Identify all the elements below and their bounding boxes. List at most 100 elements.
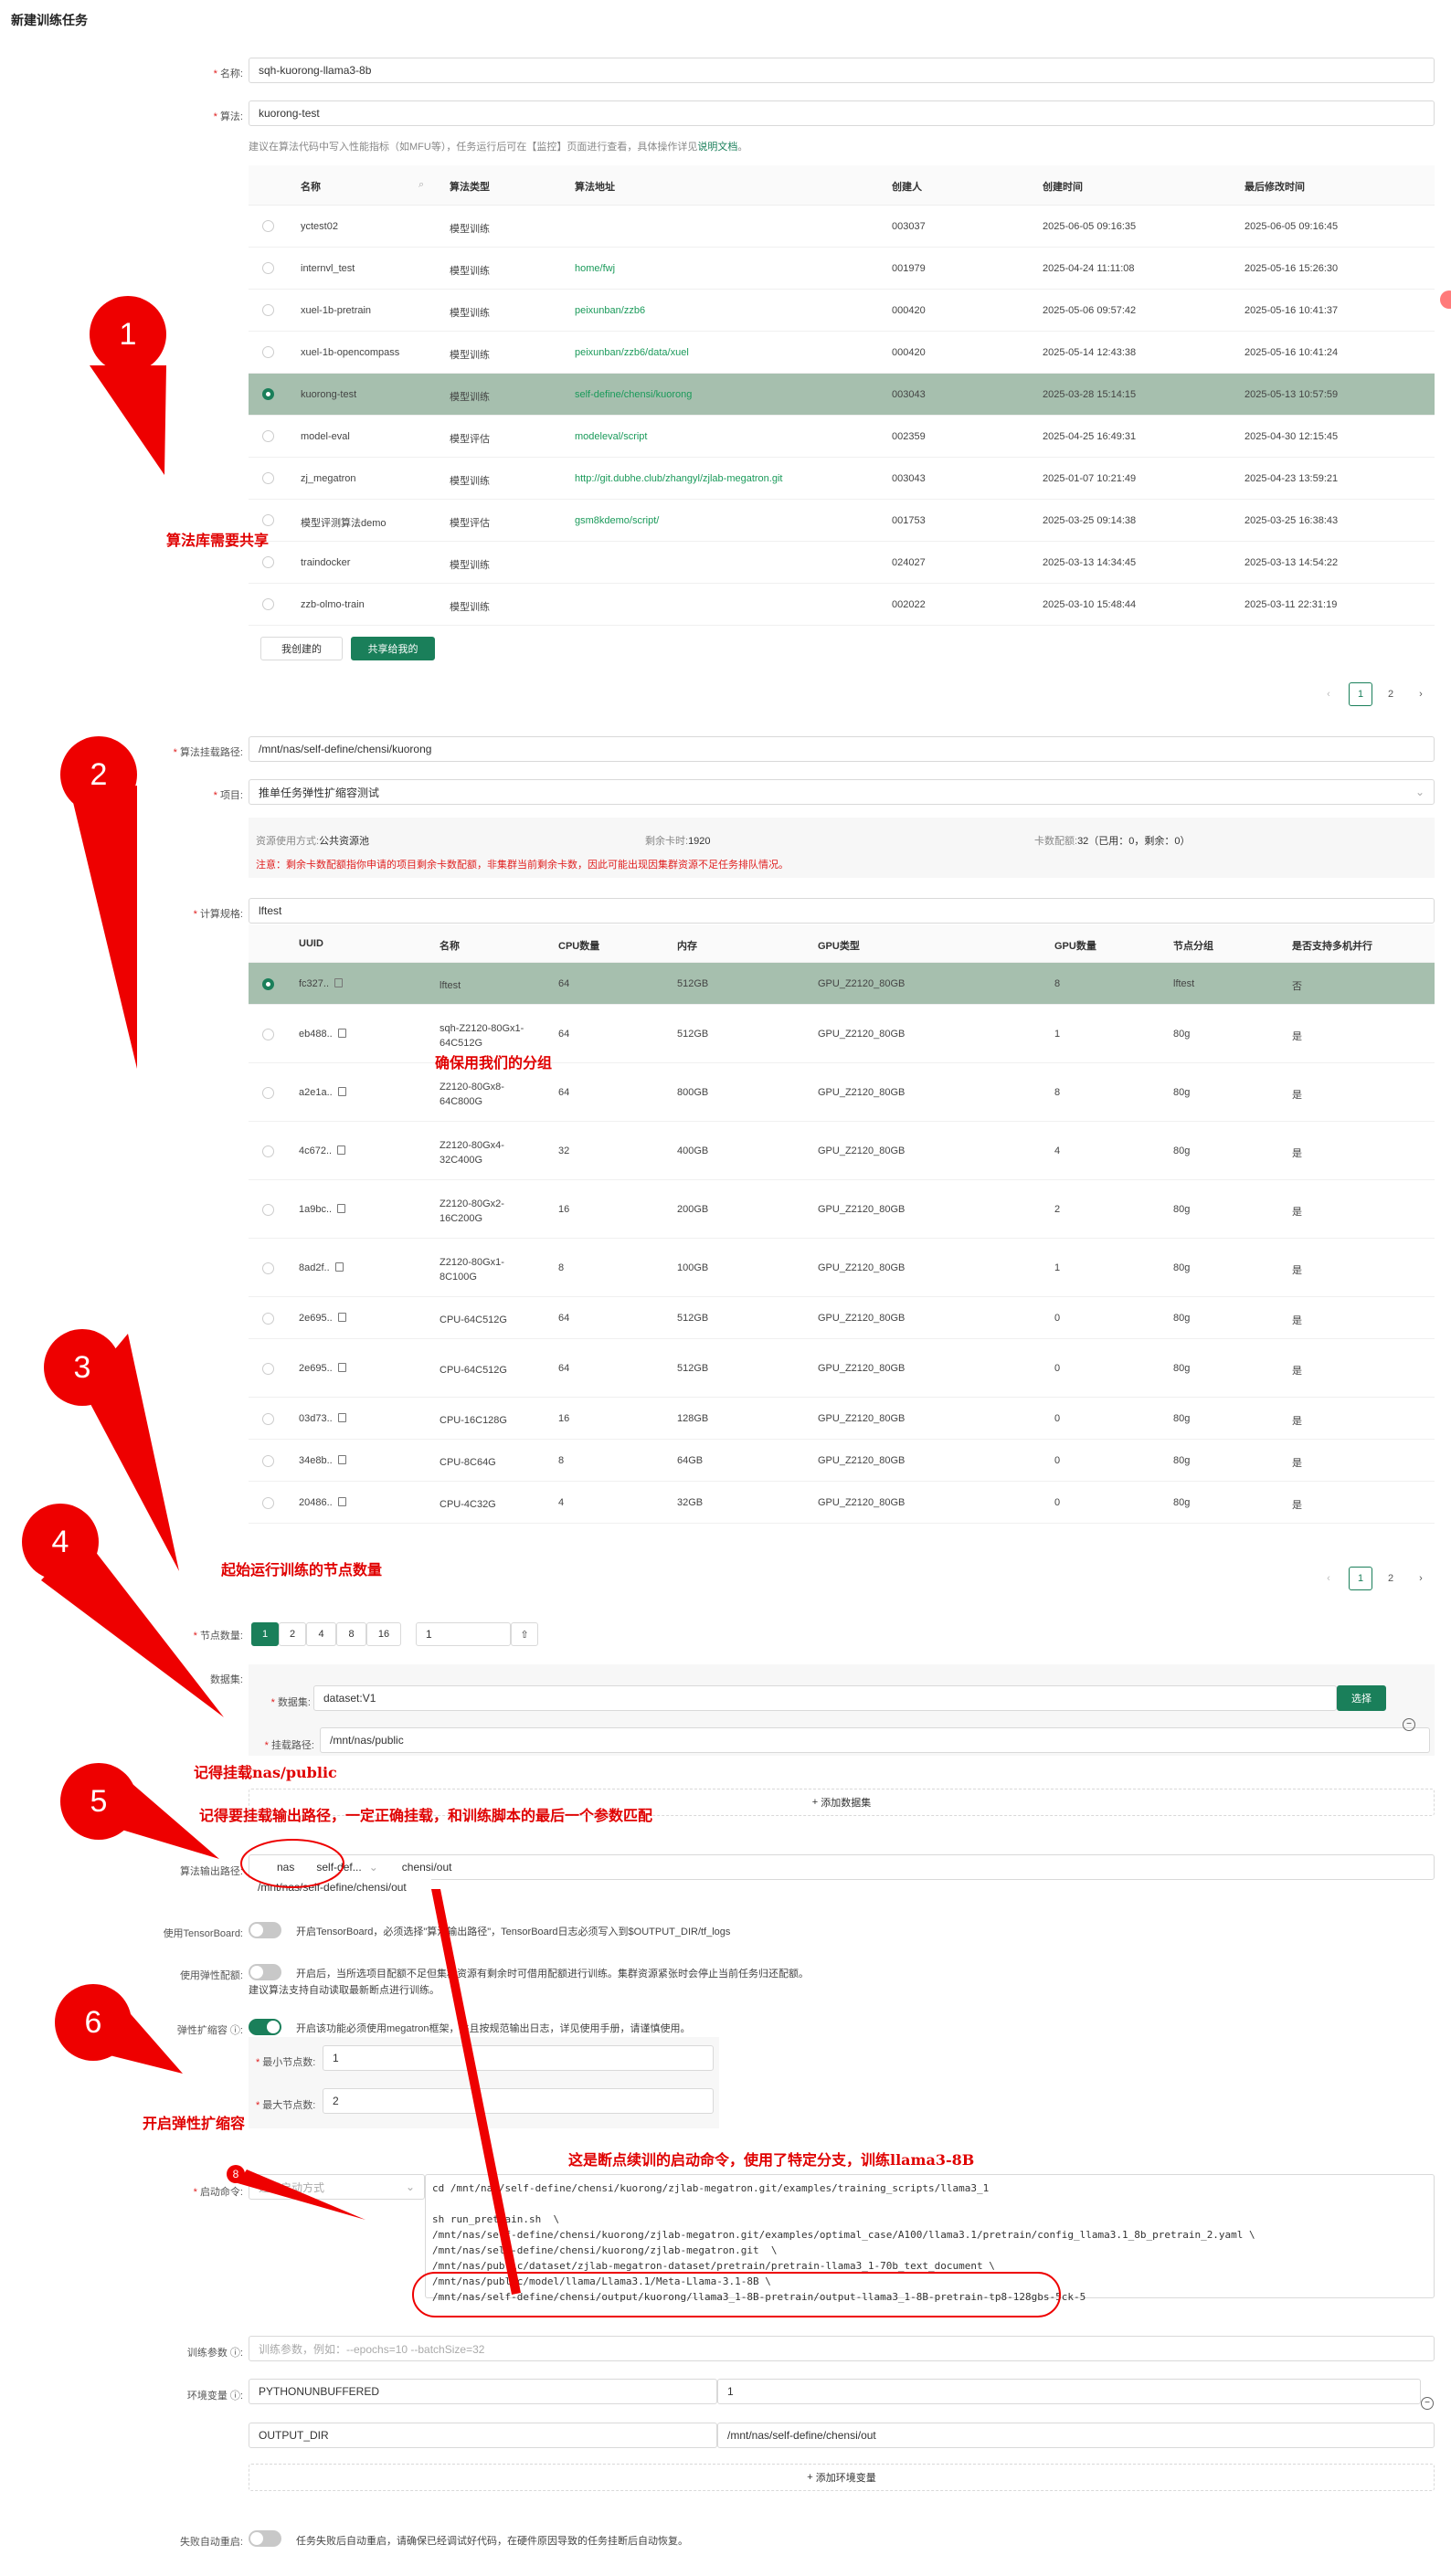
tab-mine[interactable]: 我创建的 bbox=[260, 637, 343, 660]
algo-table-row[interactable]: kuorong-test 模型训练 self-define/chensi/kuoro… bbox=[249, 374, 1435, 416]
row-radio[interactable] bbox=[262, 304, 274, 316]
compute-table-row[interactable]: 2e695.. CPU-64C512G 64 512GB GPU_Z2120_80GB 0… bbox=[249, 1297, 1435, 1339]
node-option-2[interactable]: 2 bbox=[279, 1622, 306, 1646]
algo-table-row[interactable]: zj_megatron 模型训练 http://git.dubhe.club/zha… bbox=[249, 458, 1435, 500]
compute-table-row[interactable]: 03d73.. CPU-16C128G 16 128GB GPU_Z2120_80GB 0… bbox=[249, 1398, 1435, 1440]
row-radio[interactable] bbox=[262, 430, 274, 442]
dataset-mount-input[interactable]: /mnt/nas/public bbox=[320, 1727, 1430, 1753]
env-value-1[interactable]: /mnt/nas/self-define/chensi/out bbox=[717, 2423, 1435, 2448]
row-radio[interactable] bbox=[262, 1497, 274, 1509]
algo-input[interactable]: kuorong-test bbox=[249, 100, 1435, 126]
algo-table-row[interactable]: model-eval 模型评估 modeleval/script 002359 2025… bbox=[249, 416, 1435, 458]
max-nodes-input[interactable]: 2 bbox=[323, 2088, 714, 2114]
row-radio[interactable] bbox=[262, 514, 274, 526]
row-radio[interactable] bbox=[262, 1413, 274, 1425]
copy-icon[interactable] bbox=[337, 1363, 346, 1372]
output-prefix-select[interactable]: self-def... bbox=[316, 1861, 361, 1874]
project-select[interactable]: 推单任务弹性扩缩容测试 ⌄ bbox=[249, 779, 1435, 805]
compute-search-input[interactable]: lftest bbox=[249, 898, 1435, 924]
algo-table-row[interactable]: internvl_test 模型训练 home/fwj 001979 2025-04-2… bbox=[249, 248, 1435, 290]
copy-icon[interactable] bbox=[337, 1313, 346, 1322]
remove-env-icon[interactable]: − bbox=[1421, 2397, 1434, 2410]
params-input[interactable]: 训练参数，例如：--epochs=10 --batchSize=32 bbox=[249, 2336, 1435, 2361]
command-mode-select[interactable]: 选择启动方式 ⌄ bbox=[249, 2174, 425, 2200]
compute-table-row[interactable]: 1a9bc.. Z2120-80Gx2- 16C200G 16 200GB GPU_Z21… bbox=[249, 1180, 1435, 1239]
floating-help-icon[interactable] bbox=[1440, 290, 1451, 309]
row-radio[interactable] bbox=[262, 1029, 274, 1040]
copy-icon[interactable] bbox=[334, 978, 344, 987]
copy-icon[interactable] bbox=[337, 1497, 346, 1506]
doc-link[interactable]: 说明文档 bbox=[697, 142, 737, 153]
elastic-quota-toggle[interactable] bbox=[249, 1964, 281, 1980]
row-radio[interactable] bbox=[262, 1455, 274, 1467]
algo-table-row[interactable]: xuel-1b-opencompass 模型训练 peixunban/zzb6/da… bbox=[249, 332, 1435, 374]
row-radio[interactable] bbox=[262, 472, 274, 484]
next-page-icon[interactable]: › bbox=[1409, 682, 1433, 706]
mount-input[interactable]: /mnt/nas/self-define/chensi/kuorong bbox=[249, 736, 1435, 762]
compute-table-row[interactable]: a2e1a.. Z2120-80Gx8- 64C800G 64 800GB GPU_Z21… bbox=[249, 1063, 1435, 1122]
row-radio[interactable] bbox=[262, 1313, 274, 1325]
compute-table-row[interactable]: 34e8b.. CPU-8C64G 8 64GB GPU_Z2120_80GB 0 80g 是 bbox=[249, 1440, 1435, 1482]
node-option-1[interactable]: 1 bbox=[251, 1622, 279, 1646]
env-key-1[interactable]: OUTPUT_DIR bbox=[249, 2423, 717, 2448]
algo-table-row[interactable]: xuel-1b-pretrain 模型训练 peixunban/zzb6 000420… bbox=[249, 290, 1435, 332]
algo-table-row[interactable]: traindocker 模型训练 024027 2025-03-13 14:34:45… bbox=[249, 542, 1435, 584]
row-radio[interactable] bbox=[262, 556, 274, 568]
compute-table-row[interactable]: 4c672.. Z2120-80Gx4- 32C400G 32 400GB GPU_Z21… bbox=[249, 1122, 1435, 1180]
name-input[interactable]: sqh-kuorong-llama3-8b bbox=[249, 58, 1435, 83]
row-radio[interactable] bbox=[262, 346, 274, 358]
compute-table-row[interactable]: 20486.. CPU-4C32G 4 32GB GPU_Z2120_80GB 0 80g 是 bbox=[249, 1482, 1435, 1524]
compute-table-row[interactable]: 8ad2f.. Z2120-80Gx1- 8C100G 8 100GB GPU_Z2120… bbox=[249, 1239, 1435, 1297]
copy-icon[interactable] bbox=[334, 1262, 344, 1272]
copy-icon[interactable] bbox=[337, 1087, 346, 1096]
prev-page-icon[interactable]: ‹ bbox=[1317, 682, 1340, 706]
node-option-8[interactable]: 8 bbox=[336, 1622, 366, 1646]
algo-table-row[interactable]: zzb-olmo-train 模型训练 002022 2025-03-10 15:48… bbox=[249, 584, 1435, 626]
row-radio[interactable] bbox=[262, 1204, 274, 1216]
search-icon[interactable]: ⌕ bbox=[418, 179, 424, 191]
output-sub-input[interactable]: chensi/out bbox=[402, 1861, 452, 1874]
row-radio[interactable] bbox=[262, 598, 274, 610]
row-radio[interactable] bbox=[262, 220, 274, 232]
elastic-toggle[interactable] bbox=[249, 2019, 281, 2035]
row-radio[interactable] bbox=[262, 978, 274, 990]
dataset-select-button[interactable]: 选择 bbox=[1337, 1685, 1386, 1711]
restart-toggle[interactable] bbox=[249, 2530, 281, 2547]
row-radio[interactable] bbox=[262, 388, 274, 400]
copy-icon[interactable] bbox=[337, 1413, 346, 1422]
add-env-button[interactable]: + 添加环境变量 bbox=[249, 2464, 1435, 2491]
tab-shared[interactable]: 共享给我的 bbox=[351, 637, 435, 660]
next-page-icon[interactable]: › bbox=[1409, 1567, 1433, 1590]
compute-page-1[interactable]: 1 bbox=[1349, 1567, 1372, 1590]
compute-page-2[interactable]: 2 bbox=[1379, 1567, 1403, 1590]
compute-table-row[interactable]: eb488.. sqh-Z2120-80Gx1- 64C512G 64 512GB GPU… bbox=[249, 1005, 1435, 1063]
row-radio[interactable] bbox=[262, 1145, 274, 1157]
env-value-0[interactable]: 1 bbox=[717, 2379, 1421, 2404]
compute-table-row[interactable]: fc327.. lftest 64 512GB GPU_Z2120_80GB 8 lftes… bbox=[249, 963, 1435, 1005]
compute-table-row[interactable]: 2e695.. CPU-64C512G 64 512GB GPU_Z2120_80GB 0… bbox=[249, 1339, 1435, 1398]
remove-circle-icon[interactable]: − bbox=[1403, 1718, 1415, 1731]
output-fs-select[interactable]: nas bbox=[277, 1861, 294, 1874]
algo-table-row[interactable]: yctest02 模型训练 003037 2025-06-05 09:16:35 202… bbox=[249, 206, 1435, 248]
copy-icon[interactable] bbox=[337, 1145, 346, 1155]
row-radio[interactable] bbox=[262, 1087, 274, 1099]
prev-page-icon[interactable]: ‹ bbox=[1317, 1567, 1340, 1590]
node-stepper-up-icon[interactable]: ⇧ bbox=[511, 1622, 538, 1646]
row-radio[interactable] bbox=[262, 1262, 274, 1274]
node-option-4[interactable]: 4 bbox=[306, 1622, 336, 1646]
env-key-0[interactable]: PYTHONUNBUFFERED bbox=[249, 2379, 717, 2404]
row-radio[interactable] bbox=[262, 262, 274, 274]
tensorboard-toggle[interactable] bbox=[249, 1922, 281, 1938]
min-nodes-input[interactable]: 1 bbox=[323, 2045, 714, 2071]
copy-icon[interactable] bbox=[337, 1204, 346, 1213]
dataset-input[interactable]: dataset:V1 bbox=[313, 1685, 1337, 1711]
row-radio[interactable] bbox=[262, 1363, 274, 1375]
copy-icon[interactable] bbox=[337, 1029, 346, 1038]
algo-table-row[interactable]: 模型评测算法demo 模型评估 gsm8kdemo/script/001753 202… bbox=[249, 500, 1435, 542]
algo-page-1[interactable]: 1 bbox=[1349, 682, 1372, 706]
col-group: 节点分组 bbox=[1173, 941, 1213, 952]
node-custom-input[interactable]: 1 bbox=[416, 1622, 511, 1646]
node-option-16[interactable]: 16 bbox=[366, 1622, 401, 1646]
copy-icon[interactable] bbox=[337, 1455, 346, 1464]
algo-page-2[interactable]: 2 bbox=[1379, 682, 1403, 706]
